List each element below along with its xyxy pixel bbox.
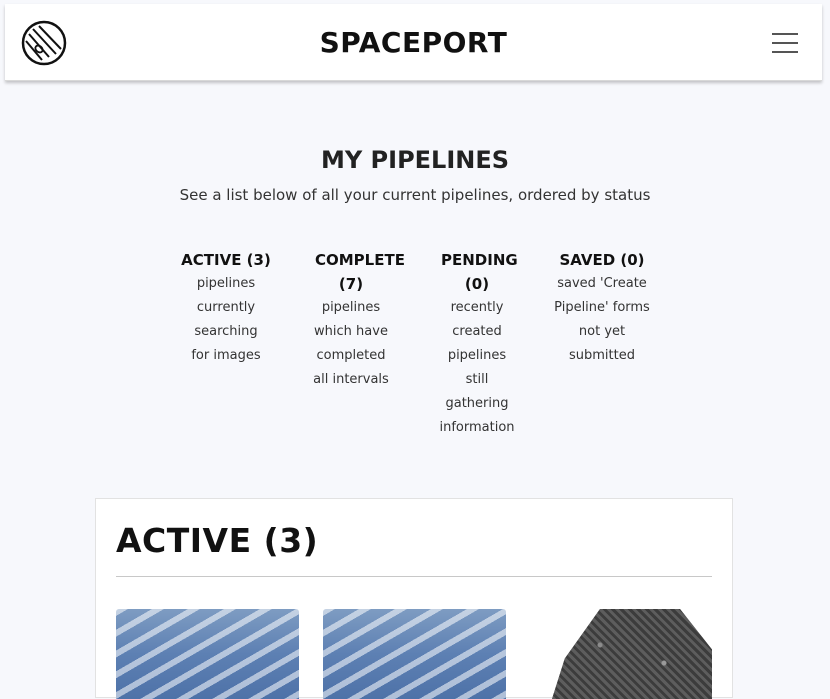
active-pipelines-card: ACTIVE (3) — [95, 498, 733, 699]
status-active: ACTIVE (3) pipelines currently searching… — [176, 248, 276, 368]
brand-title[interactable]: SPACEPORT — [5, 26, 822, 59]
status-heading: ACTIVE (3) — [181, 251, 271, 269]
status-heading: COMPLETE (7) — [315, 251, 405, 293]
status-description: pipelines which have completed all inter… — [313, 300, 389, 387]
status-description: recently created pipelines still gatheri… — [439, 300, 515, 435]
status-description: pipelines currently searching for images — [191, 276, 261, 363]
page-subtitle: See a list below of all your current pip… — [179, 186, 651, 204]
pipeline-thumbnail[interactable] — [530, 609, 713, 699]
pipeline-thumbnail[interactable] — [116, 609, 299, 699]
status-saved: SAVED (0) saved 'Create Pipeline' forms … — [552, 248, 652, 368]
status-heading: SAVED (0) — [559, 251, 645, 269]
status-complete: COMPLETE (7) pipelines which have comple… — [301, 248, 405, 392]
section-title: ACTIVE (3) — [116, 521, 319, 560]
pipeline-thumbnail[interactable] — [323, 609, 506, 699]
rock-image — [552, 609, 712, 699]
status-description: saved 'Create Pipeline' forms not yet su… — [554, 276, 650, 363]
divider — [116, 576, 712, 577]
hamburger-menu-icon[interactable] — [772, 30, 800, 54]
status-pending: PENDING (0) recently created pipelines s… — [427, 248, 527, 440]
navbar: SPACEPORT — [5, 4, 822, 81]
status-heading: PENDING (0) — [441, 251, 518, 293]
page-title: MY PIPELINES — [320, 146, 510, 174]
